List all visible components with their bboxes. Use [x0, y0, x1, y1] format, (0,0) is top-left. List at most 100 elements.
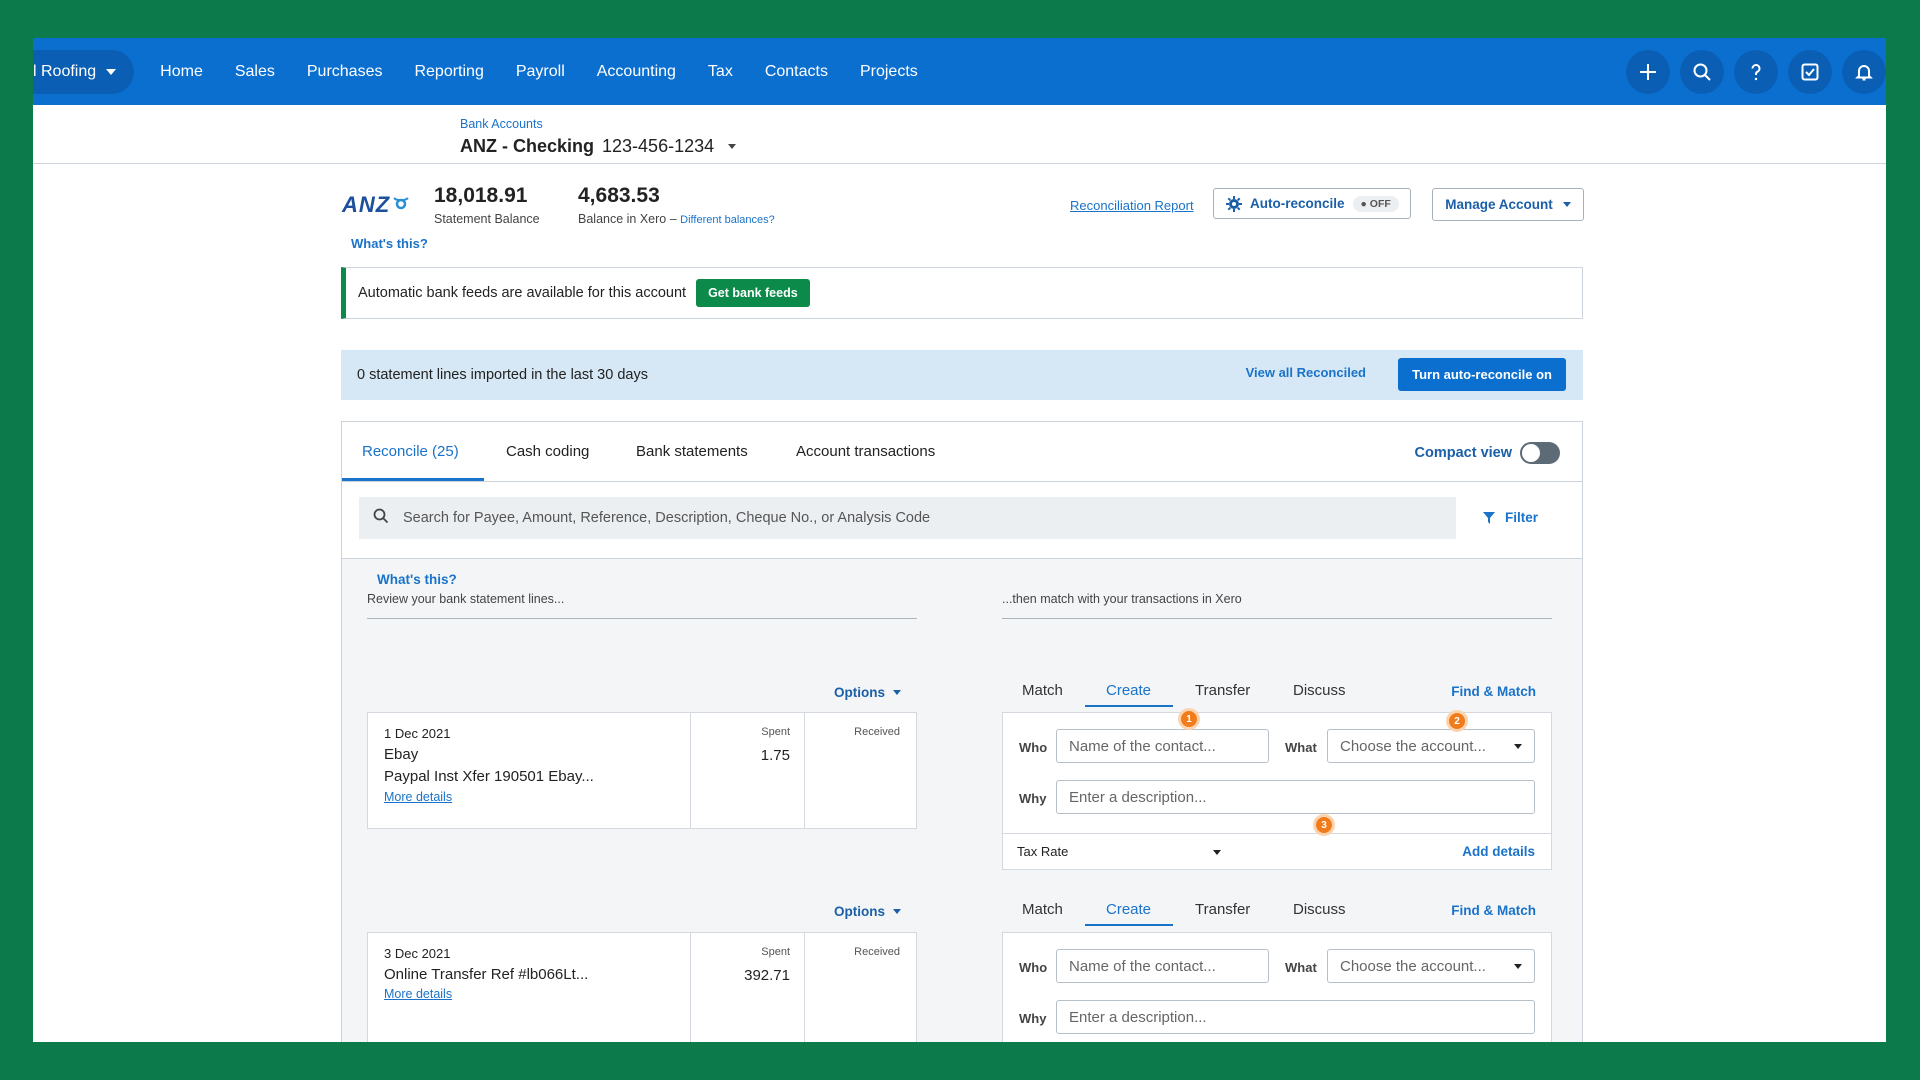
compact-view-toggle[interactable] — [1520, 442, 1560, 464]
search-row: Search for Payee, Amount, Reference, Des… — [342, 482, 1582, 559]
turn-auto-reconcile-on-button[interactable]: Turn auto-reconcile on — [1398, 358, 1566, 391]
bank-feeds-text: Automatic bank feeds are available for t… — [358, 285, 687, 301]
find-match-link[interactable]: Find & Match — [1451, 684, 1536, 699]
chevron-down-icon — [893, 690, 901, 695]
manage-account-label: Manage Account — [1445, 197, 1553, 212]
nav-projects[interactable]: Projects — [844, 63, 934, 81]
tab-bank-statements[interactable]: Bank statements — [636, 443, 748, 460]
statement-line: 3 Dec 2021 Online Transfer Ref #lb066Lt.… — [367, 932, 917, 1042]
tab-cash-coding[interactable]: Cash coding — [506, 443, 589, 460]
spent-label: Spent — [761, 946, 790, 958]
tab-reconcile[interactable]: Reconcile (25) — [362, 443, 459, 460]
different-balances-link[interactable]: Different balances? — [680, 214, 775, 226]
nav-payroll[interactable]: Payroll — [500, 63, 581, 81]
search-icon[interactable] — [1680, 50, 1724, 94]
options-button[interactable]: Options — [834, 904, 901, 919]
manage-account-button[interactable]: Manage Account — [1432, 188, 1584, 221]
statement-balance-value: 18,018.91 — [434, 184, 528, 207]
bank-logo: ANZ — [342, 192, 412, 218]
tab-create[interactable]: Create — [1106, 682, 1151, 699]
why-placeholder: Enter a description... — [1069, 1009, 1207, 1026]
statement-details: 3 Dec 2021 Online Transfer Ref #lb066Lt.… — [368, 933, 691, 1042]
what-label: What — [1285, 960, 1317, 975]
tab-match[interactable]: Match — [1022, 901, 1063, 918]
get-bank-feeds-button[interactable]: Get bank feeds — [696, 279, 810, 307]
tab-transfer[interactable]: Transfer — [1195, 901, 1250, 918]
options-button[interactable]: Options — [834, 685, 901, 700]
spent-amount: 1.75 — [760, 747, 790, 764]
gear-icon — [1226, 195, 1242, 212]
chevron-down-icon — [1213, 850, 1221, 855]
search-icon — [359, 508, 403, 529]
checklist-icon[interactable] — [1788, 50, 1832, 94]
why-placeholder: Enter a description... — [1069, 789, 1207, 806]
more-details-link[interactable]: More details — [384, 790, 452, 804]
nav-tax[interactable]: Tax — [692, 63, 749, 81]
tab-discuss[interactable]: Discuss — [1293, 901, 1346, 918]
nav-accounting[interactable]: Accounting — [581, 63, 692, 81]
account-number: 123-456-1234 — [602, 136, 715, 156]
why-input[interactable]: Enter a description... — [1056, 780, 1535, 814]
why-label: Why — [1019, 791, 1047, 806]
who-input[interactable]: Name of the contact... — [1056, 949, 1269, 983]
statement-description: Online Transfer Ref #lb066Lt... — [384, 966, 589, 983]
nav-reporting[interactable]: Reporting — [398, 63, 499, 81]
org-switcher[interactable]: l Roofing — [33, 49, 135, 94]
spent-column: Spent 392.71 — [690, 933, 805, 1042]
tax-rate-select[interactable]: Tax Rate — [1017, 844, 1068, 859]
filter-button[interactable]: Filter — [1482, 510, 1538, 525]
whats-this-link[interactable]: What's this? — [351, 236, 428, 251]
compact-view-label: Compact view — [1414, 445, 1513, 461]
breadcrumb[interactable]: Bank Accounts — [460, 117, 543, 131]
tab-transfer[interactable]: Transfer — [1195, 682, 1250, 699]
received-label: Received — [854, 726, 900, 738]
statement-balance-label: Statement Balance — [434, 212, 540, 226]
auto-reconcile-status: ● OFF — [1352, 195, 1399, 212]
org-name: l Roofing — [33, 62, 97, 80]
nav-purchases[interactable]: Purchases — [291, 63, 399, 81]
plus-icon[interactable] — [1626, 50, 1670, 94]
account-selector[interactable]: ANZ - Checking 123-456-1234 — [460, 136, 737, 157]
more-details-link[interactable]: More details — [384, 987, 452, 1001]
app-window: l Roofing Home Sales Purchases Reporting… — [33, 38, 1886, 1042]
find-match-link[interactable]: Find & Match — [1451, 903, 1536, 918]
whats-this-link[interactable]: What's this? — [377, 572, 457, 587]
tab-account-transactions[interactable]: Account transactions — [796, 443, 935, 460]
why-input[interactable]: Enter a description... — [1056, 1000, 1535, 1034]
what-select[interactable]: Choose the account... — [1327, 729, 1535, 763]
chevron-down-icon — [1562, 202, 1571, 207]
step-badge-3: 3 — [1313, 814, 1335, 836]
statement-balance: 18,018.91 Statement Balance — [434, 184, 540, 226]
chevron-down-icon — [1514, 964, 1522, 969]
create-transaction-form: Who Name of the contact... What Choose t… — [1002, 932, 1552, 1042]
xero-balance-label: Balance in Xero – Different balances? — [578, 212, 775, 226]
what-placeholder: Choose the account... — [1340, 738, 1486, 755]
nav-sales[interactable]: Sales — [219, 63, 291, 81]
reconciliation-report-link[interactable]: Reconciliation Report — [1070, 198, 1194, 213]
tab-create[interactable]: Create — [1106, 901, 1151, 918]
tab-bar: Reconcile (25) Cash coding Bank statemen… — [342, 422, 1582, 482]
search-placeholder: Search for Payee, Amount, Reference, Des… — [403, 510, 931, 526]
tab-match[interactable]: Match — [1022, 682, 1063, 699]
tab-discuss[interactable]: Discuss — [1293, 682, 1346, 699]
import-status-bar: 0 statement lines imported in the last 3… — [341, 350, 1583, 400]
chevron-down-icon — [1514, 744, 1522, 749]
active-tab-indicator — [1085, 924, 1173, 926]
who-input[interactable]: Name of the contact... — [1056, 729, 1269, 763]
spent-amount: 392.71 — [744, 967, 790, 984]
filter-label: Filter — [1504, 510, 1538, 525]
nav-contacts[interactable]: Contacts — [749, 63, 844, 81]
auto-reconcile-button[interactable]: Auto-reconcile ● OFF — [1213, 188, 1411, 219]
view-all-reconciled-link[interactable]: View all Reconciled — [1246, 365, 1366, 380]
bell-icon[interactable] — [1842, 50, 1886, 94]
help-icon[interactable] — [1734, 50, 1778, 94]
nav-icon-group — [1626, 50, 1886, 94]
add-details-link[interactable]: Add details — [1462, 844, 1535, 859]
what-select[interactable]: Choose the account... — [1327, 949, 1535, 983]
what-label: What — [1285, 740, 1317, 755]
statement-description: Paypal Inst Xfer 190501 Ebay... — [384, 768, 594, 785]
search-input[interactable]: Search for Payee, Amount, Reference, Des… — [359, 497, 1456, 539]
chevron-down-icon — [893, 909, 901, 914]
top-navigation: l Roofing Home Sales Purchases Reporting… — [33, 38, 1886, 105]
nav-home[interactable]: Home — [144, 63, 219, 81]
